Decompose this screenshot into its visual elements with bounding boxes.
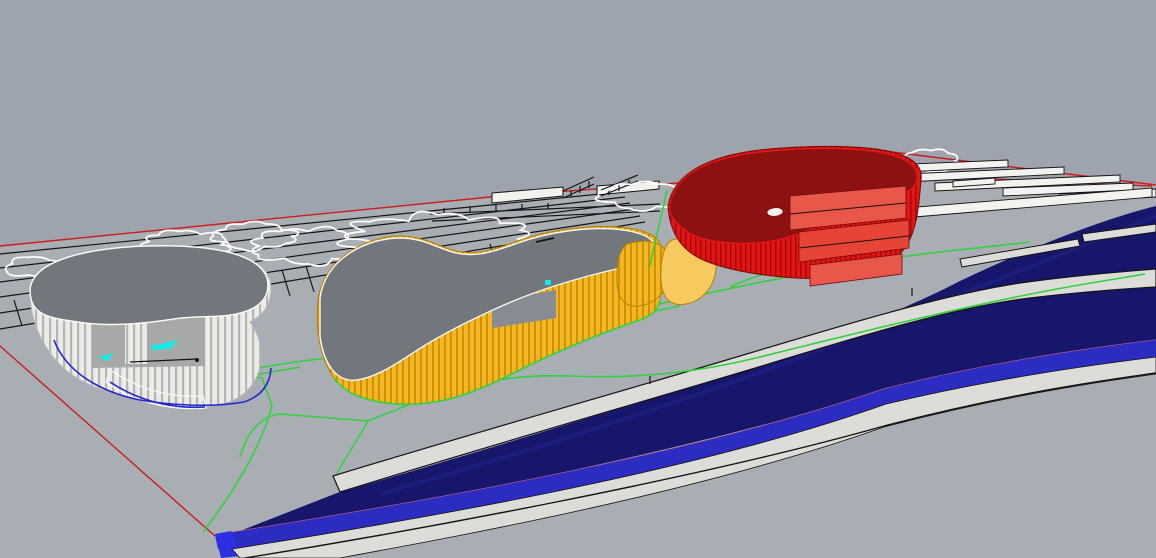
cyan-marker [545, 280, 551, 285]
door-pivot [195, 358, 199, 362]
scene-canvas[interactable] [0, 0, 1156, 558]
cad-viewport[interactable] [0, 0, 1156, 558]
white-pavilion-roof [30, 246, 268, 325]
